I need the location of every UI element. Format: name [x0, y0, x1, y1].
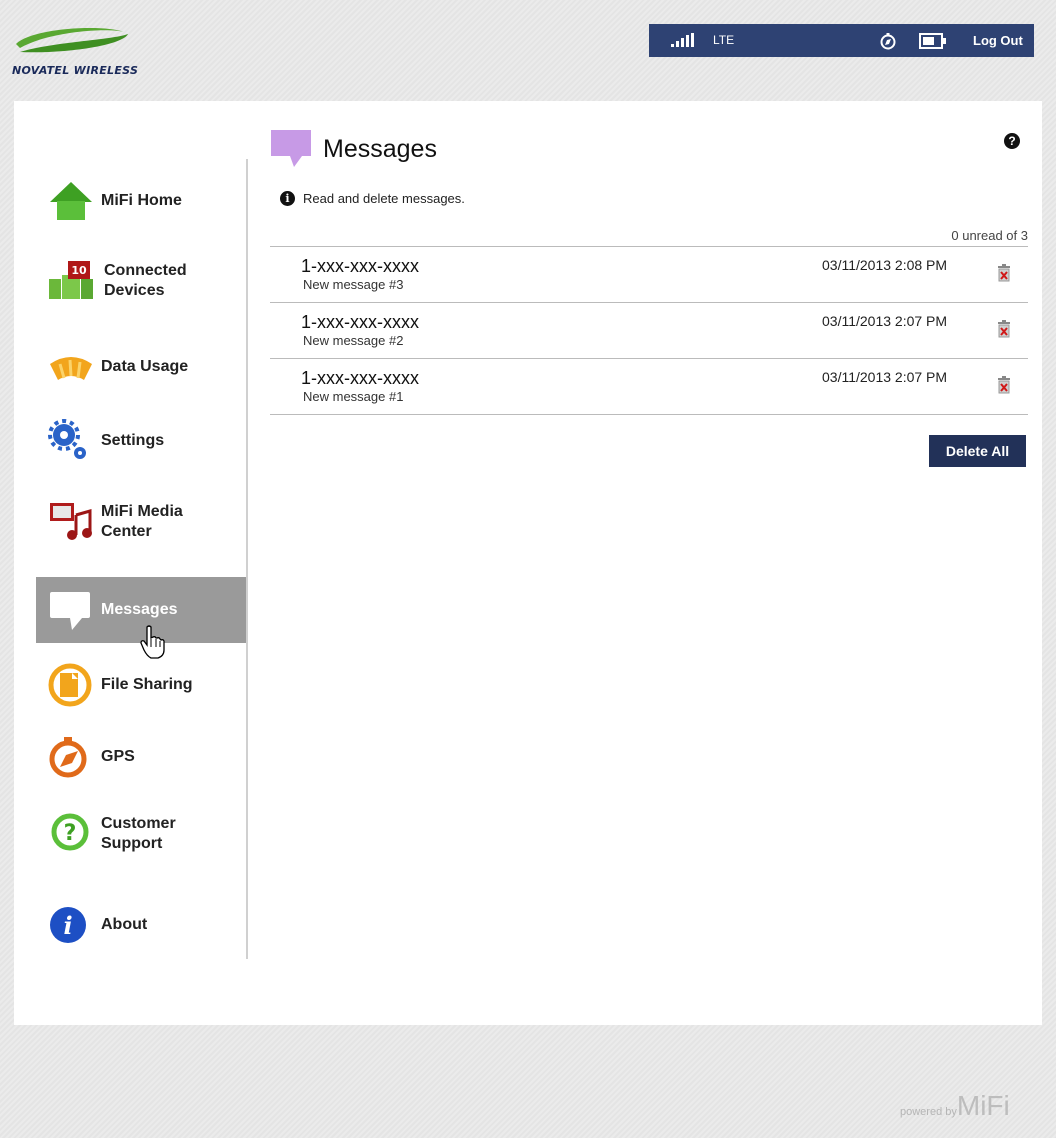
- delete-trash-icon[interactable]: [997, 376, 1011, 394]
- powered-by-text: powered by: [900, 1106, 957, 1118]
- sidebar-item-media-center[interactable]: MiFi Media Center: [36, 493, 246, 551]
- message-bubble-icon: [50, 592, 90, 630]
- sidebar-item-label: Data Usage: [101, 358, 189, 375]
- sidebar-item-settings[interactable]: Settings: [36, 417, 246, 465]
- sidebar-item-label: MiFi Media Center: [101, 503, 183, 540]
- message-row[interactable]: 1-xxx-xxx-xxxx New message #1 03/11/2013…: [270, 359, 1028, 415]
- sidebar-item-file-sharing[interactable]: File Sharing: [36, 659, 246, 711]
- sidebar-item-label: File Sharing: [101, 676, 193, 693]
- message-list: 1-xxx-xxx-xxxx New message #3 03/11/2013…: [270, 246, 1028, 415]
- message-row[interactable]: 1-xxx-xxx-xxxx New message #3 03/11/2013…: [270, 247, 1028, 303]
- file-sharing-icon: [48, 663, 92, 707]
- sidebar-item-connected-devices[interactable]: 10 Connected Devices: [36, 253, 246, 309]
- hand-cursor-icon: [140, 625, 165, 659]
- delete-trash-icon[interactable]: [997, 320, 1011, 338]
- info-icon: i: [50, 907, 86, 943]
- message-sender: 1-xxx-xxx-xxxx: [301, 368, 419, 388]
- gps-compass-icon[interactable]: [879, 32, 897, 50]
- sidebar-item-label: GPS: [101, 748, 135, 765]
- messages-title-icon: [271, 130, 311, 167]
- data-usage-icon: [50, 357, 92, 380]
- sidebar-item-label: Messages: [101, 601, 178, 618]
- powered-by-mifi: powered by MiFi: [900, 1090, 1010, 1122]
- signal-icon: [671, 33, 694, 47]
- unread-count: 0 unread of 3: [951, 228, 1028, 243]
- home-icon: [50, 182, 92, 220]
- main-panel: MiFi Home 10 Connected Devices Data Usag…: [14, 101, 1042, 1025]
- connected-devices-icon: 10: [49, 261, 93, 299]
- delete-trash-icon[interactable]: [997, 264, 1011, 282]
- delete-all-button[interactable]: Delete All: [929, 435, 1026, 467]
- message-snippet: New message #2: [303, 333, 404, 348]
- settings-gears-icon: [48, 419, 86, 459]
- swoosh-icon: [16, 28, 128, 53]
- media-center-icon: [50, 503, 92, 540]
- sidebar-item-label: Connected Devices: [104, 262, 187, 299]
- battery-icon: [919, 33, 946, 49]
- sidebar-item-customer-support[interactable]: ? Customer Support: [36, 805, 246, 863]
- status-bar: LTE Log Out: [649, 24, 1034, 57]
- message-timestamp: 03/11/2013 2:07 PM: [822, 369, 948, 385]
- message-snippet: New message #1: [303, 389, 404, 404]
- sidebar-item-about[interactable]: i About: [36, 901, 246, 949]
- page-title: Messages: [323, 135, 437, 163]
- svg-text:?: ?: [64, 821, 77, 846]
- logo-text: NOVATEL WIRELESS: [12, 64, 139, 77]
- sidebar-item-mifi-home[interactable]: MiFi Home: [36, 177, 246, 225]
- support-question-icon: ?: [51, 813, 89, 851]
- sidebar-item-label: Customer Support: [101, 815, 176, 852]
- message-timestamp: 03/11/2013 2:07 PM: [822, 313, 948, 329]
- sidebar-item-label: MiFi Home: [101, 192, 182, 209]
- sidebar-item-gps[interactable]: GPS: [36, 733, 246, 781]
- message-timestamp: 03/11/2013 2:08 PM: [822, 257, 948, 273]
- sidebar-nav: MiFi Home 10 Connected Devices Data Usag…: [36, 159, 248, 959]
- brand-logo: NOVATEL WIRELESS: [12, 22, 152, 82]
- svg-text:i: i: [63, 911, 72, 940]
- message-sender: 1-xxx-xxx-xxxx: [301, 256, 419, 276]
- sidebar-item-label: Settings: [101, 432, 165, 449]
- message-row[interactable]: 1-xxx-xxx-xxxx New message #2 03/11/2013…: [270, 303, 1028, 359]
- info-text: Read and delete messages.: [303, 191, 465, 206]
- sidebar-item-data-usage[interactable]: Data Usage: [36, 345, 246, 389]
- help-icon[interactable]: ?: [1004, 133, 1020, 149]
- sidebar-item-label: About: [101, 916, 148, 933]
- mifi-wordmark: MiFi: [956, 1090, 1010, 1121]
- connected-devices-badge: 10: [71, 264, 87, 277]
- gps-compass-icon: [49, 737, 87, 778]
- info-line: i Read and delete messages.: [280, 191, 465, 206]
- message-snippet: New message #3: [303, 277, 404, 292]
- network-type: LTE: [713, 33, 735, 47]
- message-sender: 1-xxx-xxx-xxxx: [301, 312, 419, 332]
- info-icon: i: [280, 191, 295, 206]
- logout-link[interactable]: Log Out: [973, 33, 1023, 48]
